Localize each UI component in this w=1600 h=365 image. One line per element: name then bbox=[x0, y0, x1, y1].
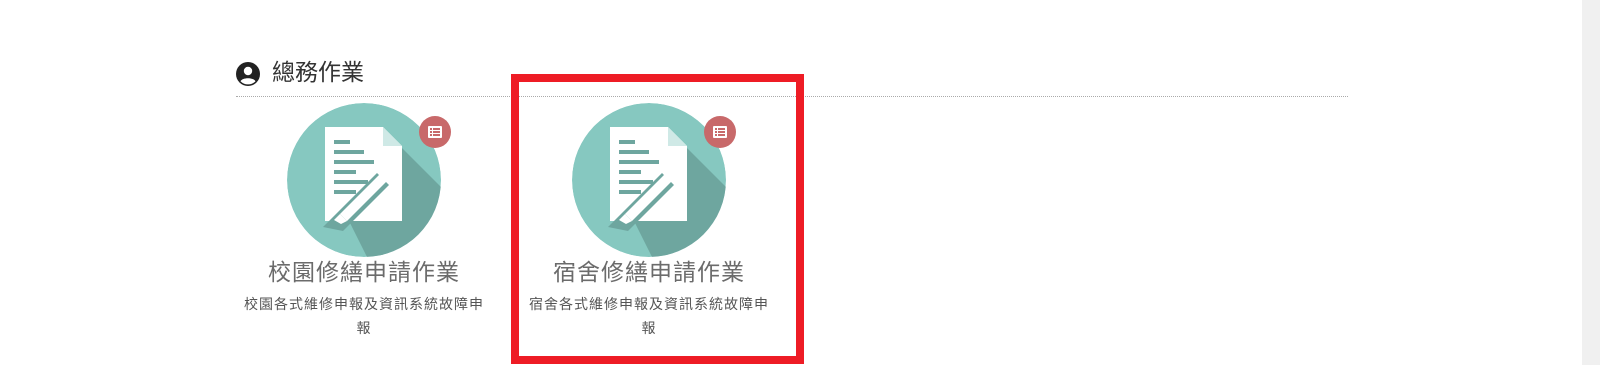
scrollbar[interactable] bbox=[1582, 0, 1600, 365]
card-description: 宿舍各式維修申報及資訊系統故障申報 bbox=[529, 297, 769, 337]
list-icon bbox=[704, 116, 736, 148]
document-edit-icon[interactable] bbox=[572, 103, 726, 257]
section-title: 總務作業 bbox=[272, 60, 364, 86]
list-icon bbox=[419, 116, 451, 148]
card-title[interactable]: 校園修繕申請作業 bbox=[239, 258, 489, 288]
user-circle-icon bbox=[236, 62, 260, 86]
page: 總務作業 校園修繕申請作業 校園各式維修申報及資訊系統故障申報 宿舍修繕申請作業… bbox=[0, 0, 1600, 365]
card-title[interactable]: 宿舍修繕申請作業 bbox=[524, 258, 774, 288]
card-dorm-repair[interactable]: 宿舍修繕申請作業 宿舍各式維修申報及資訊系統故障申報 bbox=[524, 100, 774, 360]
card-description: 校園各式維修申報及資訊系統故障申報 bbox=[244, 297, 484, 337]
document-edit-icon[interactable] bbox=[287, 103, 441, 257]
card-campus-repair[interactable]: 校園修繕申請作業 校園各式維修申報及資訊系統故障申報 bbox=[239, 100, 489, 360]
section-header: 總務作業 bbox=[236, 58, 1348, 97]
